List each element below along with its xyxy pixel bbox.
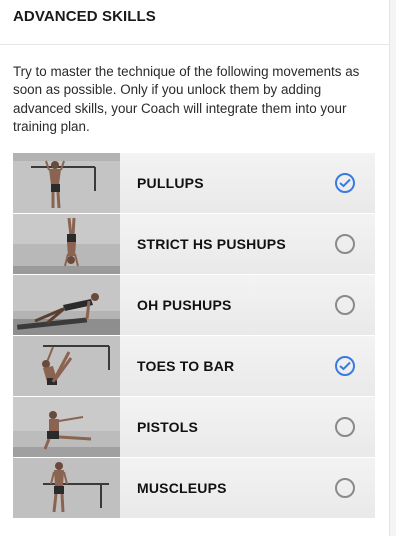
unchecked-circle-icon[interactable] bbox=[335, 417, 355, 437]
skill-row-pullups[interactable]: PULLUPS bbox=[13, 153, 375, 213]
skill-checkbox[interactable] bbox=[335, 336, 375, 396]
handstand-pushups-photo bbox=[13, 214, 120, 274]
skill-row-toes-to-bar[interactable]: TOES TO BAR bbox=[13, 336, 375, 396]
checked-circle-icon[interactable] bbox=[335, 173, 355, 193]
skills-list: PULLUPS STRICT HS PUSHUPS OH PUSHUPS TOE… bbox=[13, 153, 375, 519]
skill-row-muscleups[interactable]: MUSCLEUPS bbox=[13, 458, 375, 518]
skill-checkbox[interactable] bbox=[335, 153, 375, 213]
toes-to-bar-photo bbox=[13, 336, 120, 396]
skill-row-oh-pushups[interactable]: OH PUSHUPS bbox=[13, 275, 375, 335]
intro-text: Try to master the technique of the follo… bbox=[13, 64, 360, 134]
skill-label: PULLUPS bbox=[137, 175, 204, 191]
skill-label: PISTOLS bbox=[137, 419, 199, 435]
skill-checkbox[interactable] bbox=[335, 275, 375, 335]
skill-label: MUSCLEUPS bbox=[137, 480, 227, 496]
skill-checkbox[interactable] bbox=[335, 458, 375, 518]
scrollbar-track[interactable] bbox=[389, 0, 396, 536]
skill-label: OH PUSHUPS bbox=[137, 297, 232, 313]
skill-checkbox[interactable] bbox=[335, 397, 375, 457]
skill-label: TOES TO BAR bbox=[137, 358, 235, 374]
page-title: ADVANCED SKILLS bbox=[13, 8, 156, 25]
page-header: ADVANCED SKILLS bbox=[0, 0, 390, 45]
skill-row-strict-hs-pushups[interactable]: STRICT HS PUSHUPS bbox=[13, 214, 375, 274]
skill-row-pistols[interactable]: PISTOLS bbox=[13, 397, 375, 457]
unchecked-circle-icon[interactable] bbox=[335, 478, 355, 498]
checked-circle-icon[interactable] bbox=[335, 356, 355, 376]
one-hand-pushups-photo bbox=[13, 275, 120, 335]
unchecked-circle-icon[interactable] bbox=[335, 295, 355, 315]
pullups-photo bbox=[13, 153, 120, 213]
skill-checkbox[interactable] bbox=[335, 214, 375, 274]
unchecked-circle-icon[interactable] bbox=[335, 234, 355, 254]
pistol-squat-photo bbox=[13, 397, 120, 457]
skill-label: STRICT HS PUSHUPS bbox=[137, 236, 286, 252]
muscleups-photo bbox=[13, 458, 120, 518]
